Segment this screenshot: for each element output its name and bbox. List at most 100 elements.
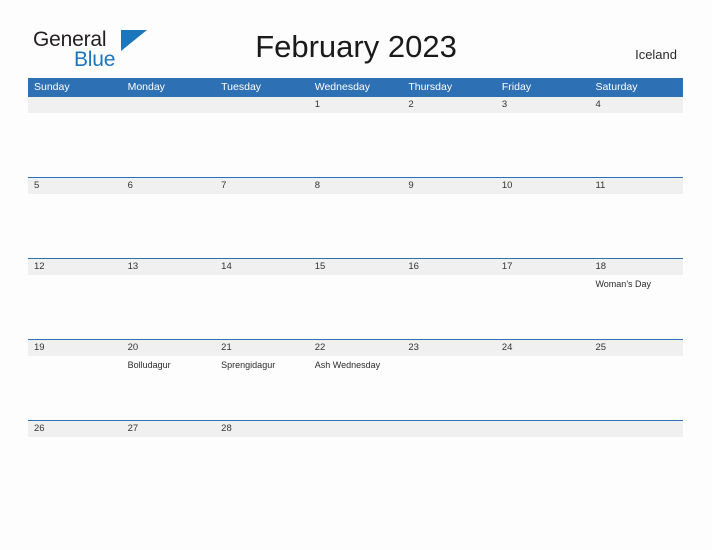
day-cell[interactable] — [122, 194, 216, 258]
weekday-wednesday: Wednesday — [314, 81, 370, 93]
day-number[interactable] — [215, 97, 309, 113]
day-number[interactable] — [589, 421, 683, 437]
event-strip — [28, 113, 683, 177]
day-cell[interactable] — [122, 437, 216, 501]
day-number[interactable]: 23 — [402, 340, 496, 356]
event-label: Woman's Day — [595, 279, 652, 289]
day-number[interactable]: 4 — [589, 97, 683, 113]
day-cell[interactable] — [309, 113, 403, 177]
day-cell[interactable] — [122, 275, 216, 339]
event-strip: Bolludagur Sprengidagur Ash Wednesday — [28, 356, 683, 420]
day-number[interactable]: 9 — [402, 178, 496, 194]
day-cell[interactable] — [215, 275, 309, 339]
day-cell[interactable] — [215, 437, 309, 501]
day-number[interactable] — [122, 97, 216, 113]
event-strip — [28, 437, 683, 501]
date-number-strip: 1 2 3 4 — [28, 96, 683, 113]
calendar-grid: Sunday Monday Tuesday Wednesday Thursday… — [28, 78, 683, 501]
calendar-page: General Blue February 2023 Iceland Sunda… — [0, 0, 712, 550]
date-number-strip: 19 20 21 22 23 24 25 — [28, 339, 683, 356]
week-row: 5 6 7 8 9 10 11 — [28, 177, 683, 258]
day-number[interactable]: 22 — [309, 340, 403, 356]
day-cell[interactable] — [402, 275, 496, 339]
day-number[interactable] — [309, 421, 403, 437]
week-row: 26 27 28 — [28, 420, 683, 501]
day-cell[interactable] — [589, 194, 683, 258]
day-number[interactable] — [402, 421, 496, 437]
day-cell[interactable] — [496, 437, 590, 501]
day-number[interactable]: 15 — [309, 259, 403, 275]
day-number[interactable]: 19 — [28, 340, 122, 356]
day-number[interactable]: 2 — [402, 97, 496, 113]
day-cell[interactable] — [28, 194, 122, 258]
day-number[interactable]: 1 — [309, 97, 403, 113]
date-number-strip: 26 27 28 — [28, 420, 683, 437]
day-number[interactable]: 6 — [122, 178, 216, 194]
day-cell[interactable] — [589, 437, 683, 501]
day-cell[interactable]: Woman's Day — [589, 275, 683, 339]
day-cell[interactable] — [28, 275, 122, 339]
day-cell[interactable] — [496, 356, 590, 420]
event-label: Bolludagur — [127, 360, 171, 370]
event-label: Sprengidagur — [221, 360, 276, 370]
day-number[interactable]: 20 — [122, 340, 216, 356]
day-cell[interactable]: Sprengidagur — [215, 356, 309, 420]
day-number[interactable]: 13 — [122, 259, 216, 275]
day-number[interactable] — [28, 97, 122, 113]
day-number[interactable]: 26 — [28, 421, 122, 437]
day-number[interactable]: 3 — [496, 97, 590, 113]
day-cell[interactable] — [496, 113, 590, 177]
day-cell[interactable] — [28, 356, 122, 420]
day-number[interactable]: 10 — [496, 178, 590, 194]
day-cell[interactable] — [215, 113, 309, 177]
date-number-strip: 5 6 7 8 9 10 11 — [28, 177, 683, 194]
week-row: 12 13 14 15 16 17 18 Woman's Day — [28, 258, 683, 339]
day-number[interactable]: 11 — [589, 178, 683, 194]
day-number[interactable] — [496, 421, 590, 437]
day-cell[interactable] — [122, 113, 216, 177]
weekday-sunday: Sunday — [34, 81, 70, 93]
day-cell[interactable] — [28, 437, 122, 501]
day-number[interactable]: 18 — [589, 259, 683, 275]
day-number[interactable]: 24 — [496, 340, 590, 356]
day-cell[interactable] — [496, 194, 590, 258]
day-cell[interactable]: Ash Wednesday — [309, 356, 403, 420]
day-cell[interactable] — [402, 437, 496, 501]
day-number[interactable]: 28 — [215, 421, 309, 437]
day-cell[interactable] — [402, 356, 496, 420]
week-row: 19 20 21 22 23 24 25 Bolludagur Sprengid… — [28, 339, 683, 420]
event-label: Ash Wednesday — [314, 360, 381, 370]
country-label: Iceland — [635, 47, 677, 62]
weekday-tuesday: Tuesday — [221, 81, 262, 93]
day-cell[interactable] — [309, 194, 403, 258]
day-cell[interactable] — [309, 437, 403, 501]
day-cell[interactable] — [402, 113, 496, 177]
day-number[interactable]: 21 — [215, 340, 309, 356]
weekday-friday: Friday — [501, 81, 532, 93]
event-strip: Woman's Day — [28, 275, 683, 339]
day-number[interactable]: 16 — [402, 259, 496, 275]
day-cell[interactable] — [402, 194, 496, 258]
day-cell[interactable] — [589, 113, 683, 177]
day-number[interactable]: 25 — [589, 340, 683, 356]
day-cell[interactable] — [215, 194, 309, 258]
day-cell[interactable] — [309, 275, 403, 339]
week-row: 1 2 3 4 — [28, 96, 683, 177]
day-number[interactable]: 27 — [122, 421, 216, 437]
day-number[interactable]: 5 — [28, 178, 122, 194]
day-cell[interactable] — [496, 275, 590, 339]
weekday-header-row: Sunday Monday Tuesday Wednesday Thursday… — [28, 78, 683, 96]
day-number[interactable]: 14 — [215, 259, 309, 275]
day-number[interactable]: 8 — [309, 178, 403, 194]
weekday-saturday: Saturday — [595, 81, 638, 93]
day-cell[interactable] — [589, 356, 683, 420]
page-header: General Blue February 2023 Iceland — [0, 0, 712, 78]
weekday-monday: Monday — [127, 81, 165, 93]
date-number-strip: 12 13 14 15 16 17 18 — [28, 258, 683, 275]
day-number[interactable]: 7 — [215, 178, 309, 194]
day-cell[interactable] — [28, 113, 122, 177]
day-number[interactable]: 12 — [28, 259, 122, 275]
day-cell[interactable]: Bolludagur — [122, 356, 216, 420]
day-number[interactable]: 17 — [496, 259, 590, 275]
weekday-thursday: Thursday — [408, 81, 453, 93]
